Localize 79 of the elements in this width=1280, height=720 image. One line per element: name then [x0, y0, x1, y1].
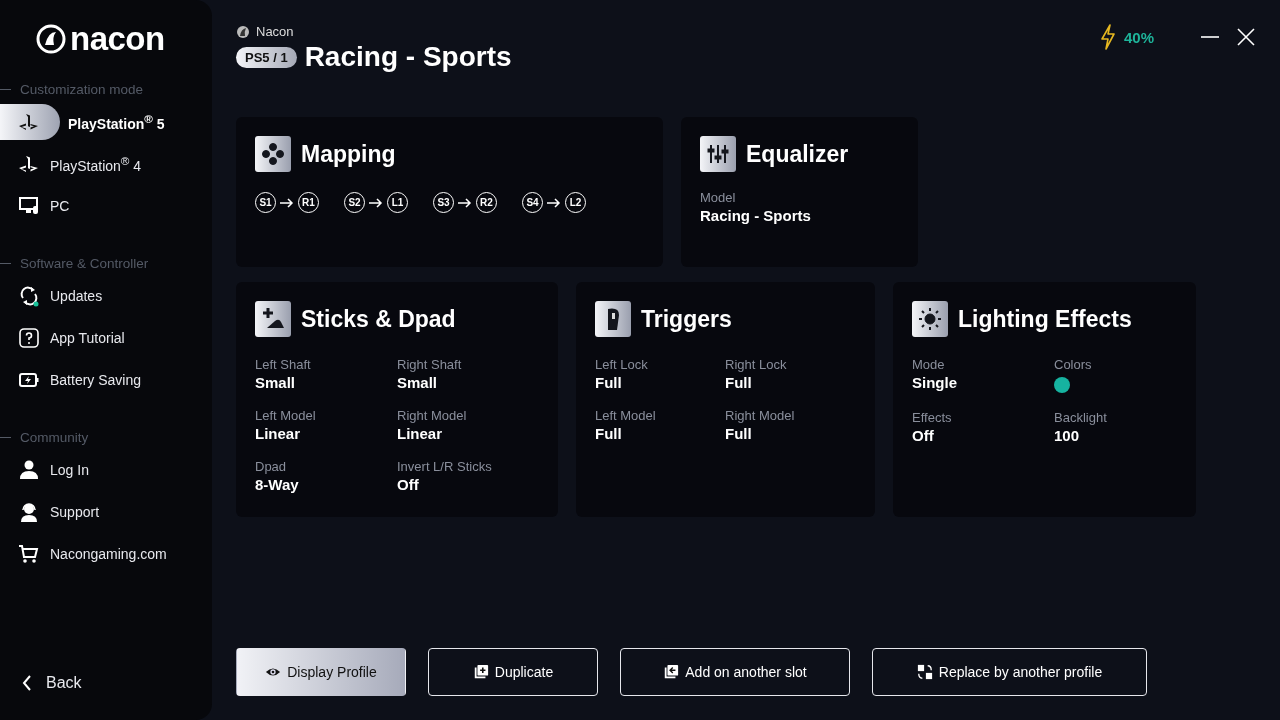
card-title: Equalizer: [746, 140, 849, 168]
field-label: Mode: [912, 357, 946, 372]
field-label: Effects: [912, 410, 953, 425]
field-label: Model: [700, 190, 737, 205]
sun-icon: [912, 301, 948, 337]
dpad-icon: [255, 136, 291, 172]
field-label: Left Model: [255, 408, 317, 423]
card-title: Lighting Effects: [958, 305, 1132, 333]
field-label: Right Shaft: [397, 357, 463, 372]
sidebar-item[interactable]: PC: [0, 188, 212, 224]
logo-wordmark: nacon: [70, 22, 165, 56]
arrow-icon: [280, 197, 294, 208]
field-value: Linear: [255, 425, 301, 442]
swap-icon: [916, 664, 933, 680]
minimize-icon: [1200, 36, 1220, 38]
field-label: Backlight: [1054, 410, 1108, 425]
close-button[interactable]: [1236, 27, 1256, 47]
brand-name: Nacon: [256, 24, 294, 39]
monitor-icon: [18, 195, 40, 217]
slot-badge: PS5 / 1: [236, 46, 297, 68]
logo-icon: [36, 24, 66, 54]
profile-title: Racing - Sports: [304, 41, 512, 73]
arrow-icon: [458, 197, 472, 208]
field-value: 8-Way: [255, 476, 300, 493]
battery-level: 40%: [1123, 28, 1154, 46]
field-value: Linear: [397, 425, 443, 442]
field-value: Full: [595, 374, 623, 391]
field-value: Small: [397, 374, 439, 391]
card-title: Sticks & Dpad: [301, 305, 456, 333]
action-button[interactable]: Add on another slot: [620, 648, 850, 696]
sidebar-item[interactable]: Support: [0, 494, 212, 530]
help-icon: [18, 327, 40, 349]
field-value: Full: [595, 425, 623, 442]
field-value: Racing - Sports: [700, 207, 812, 224]
duplicate-icon: [472, 664, 489, 680]
field-value: Off: [397, 476, 420, 493]
arrow-icon: [369, 197, 383, 208]
section-heading: Customization mode: [20, 81, 144, 97]
field-value: Off: [912, 427, 935, 444]
section-heading: Software & Controller: [20, 255, 149, 271]
field-value: Small: [255, 374, 297, 391]
field-value: Full: [725, 425, 753, 442]
headset-icon: [18, 501, 40, 523]
sidebar-item[interactable]: Battery Saving: [0, 362, 212, 398]
cart-icon: [18, 543, 40, 565]
field-label: Left Model: [595, 408, 657, 423]
field-label: Left Lock: [595, 357, 649, 372]
sidebar-item[interactable]: App Tutorial: [0, 320, 212, 356]
card-title: Mapping: [301, 140, 396, 168]
field-label: Left Shaft: [255, 357, 312, 372]
field-label: Right Model: [397, 408, 468, 423]
arrow-icon: [547, 197, 561, 208]
sidebar-item[interactable]: Log In: [0, 452, 212, 488]
stack-icon: [663, 664, 680, 680]
user-icon: [18, 459, 40, 481]
sidebar-item[interactable]: Updates: [0, 278, 212, 314]
equalizer-icon: [700, 136, 736, 172]
back-button[interactable]: Back: [22, 674, 212, 692]
card-title: Triggers: [641, 305, 732, 333]
field-label: Invert L/R Sticks: [397, 459, 493, 474]
action-button[interactable]: Duplicate: [428, 648, 598, 696]
action-button[interactable]: Replace by another profile: [872, 648, 1147, 696]
action-button[interactable]: Display Profile: [236, 648, 406, 696]
field-value: Single: [912, 374, 958, 391]
chevron-left-icon: [22, 675, 32, 691]
sidebar-item[interactable]: PlayStation$^{®}$ 5: [0, 104, 212, 140]
sidebar-item[interactable]: PlayStation$^{®}$ 4: [0, 146, 212, 182]
field-label: Right Model: [725, 408, 796, 423]
sidebar-item[interactable]: Nacongaming.com: [0, 536, 212, 572]
field-label: Right Lock: [725, 357, 788, 372]
field-value: Full: [725, 374, 753, 391]
lightning-icon: [1099, 24, 1116, 50]
section-heading: Community: [20, 429, 89, 445]
brand-logo-icon: [236, 24, 250, 39]
close-icon: [1236, 27, 1256, 47]
field-label: Dpad: [255, 459, 288, 474]
field-label: Colors: [1054, 357, 1093, 372]
trigger-icon: [595, 301, 631, 337]
field-value: 100: [1054, 427, 1081, 444]
